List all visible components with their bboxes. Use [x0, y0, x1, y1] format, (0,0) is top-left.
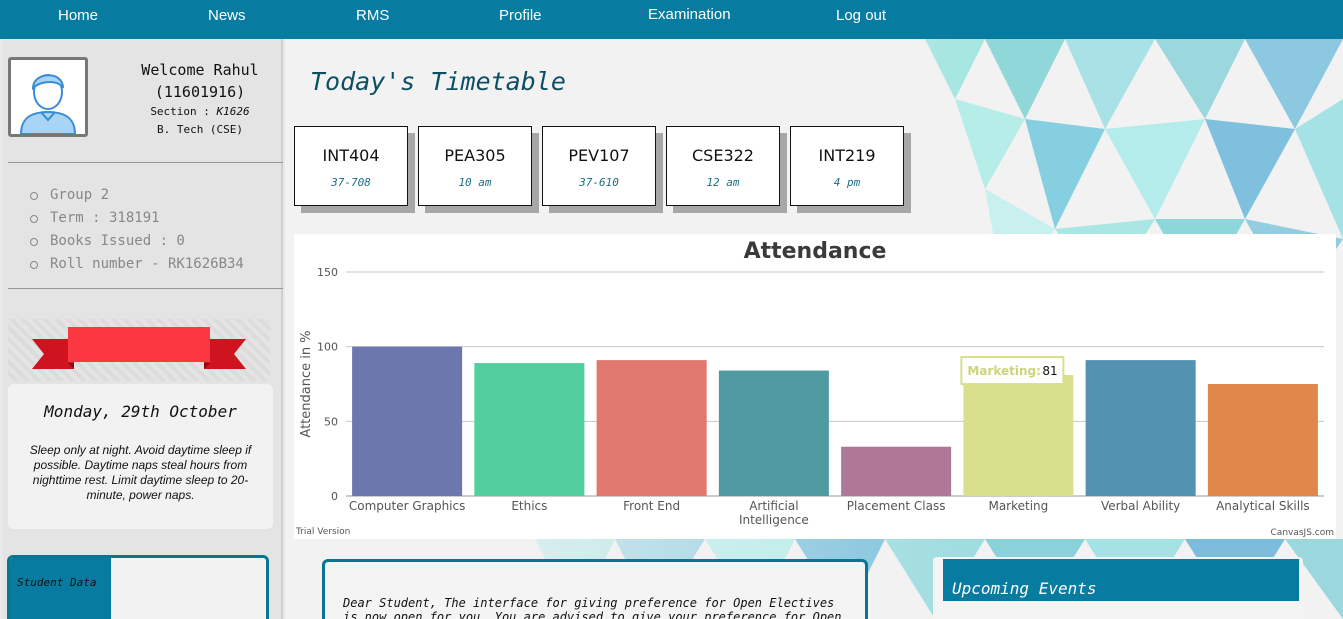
top-nav: Home News RMS Profile Examination Log ou…	[0, 0, 1343, 39]
course-info: 4 pm	[833, 176, 861, 189]
info-term: Term : 318191	[29, 207, 244, 230]
welcome-text: Welcome Rahul	[141, 61, 259, 79]
timetable-card[interactable]: INT404 37-708	[294, 126, 408, 206]
course-info: 37-610	[579, 176, 619, 189]
section-value: K1626	[216, 105, 250, 118]
upcoming-events-header: Upcoming Events	[943, 559, 1299, 601]
x-tick-label: Ethics	[511, 499, 547, 513]
y-tick-label: 150	[317, 266, 338, 279]
bar	[596, 360, 707, 496]
divider	[8, 288, 283, 289]
nav-logout[interactable]: Log out	[836, 7, 886, 24]
x-tick-label: Verbal Ability	[1101, 499, 1180, 513]
attendance-chart-svg: Attendance 0 50 100 150 Attendance in % Comput…	[295, 239, 1334, 538]
section-label: Section :	[150, 105, 210, 118]
student-data-panel: Student Data	[7, 555, 269, 619]
info-group: Group 2	[29, 184, 244, 207]
course-code: INT404	[322, 146, 380, 165]
health-tip: Sleep only at night. Avoid daytime sleep…	[29, 443, 252, 502]
nav-rms[interactable]: RMS	[356, 7, 389, 24]
divider	[8, 162, 283, 163]
avatar[interactable]	[8, 57, 88, 137]
student-info-list: Group 2 Term : 318191 Books Issued : 0 R…	[29, 184, 244, 276]
nav-profile[interactable]: Profile	[499, 7, 542, 24]
bar	[1085, 360, 1196, 496]
timetable-card[interactable]: PEA305 10 am	[418, 126, 532, 206]
y-tick-label: 50	[324, 415, 338, 428]
main-content: Today's Timetable INT404 37-708 PEA305 1…	[285, 39, 1343, 619]
nav-examination[interactable]: Examination	[648, 6, 731, 23]
course-code: PEV107	[568, 146, 630, 165]
chart-footer-left: Trial Version	[295, 527, 350, 537]
student-data-content	[111, 558, 266, 619]
timetable-card[interactable]: INT219 4 pm	[790, 126, 904, 206]
x-tick-label: Computer Graphics	[349, 499, 465, 513]
notice-text: Dear Student, The interface for giving p…	[343, 596, 842, 619]
notice-panel: Dear Student, The interface for giving p…	[322, 559, 868, 619]
timetable-card[interactable]: CSE322 12 am	[666, 126, 780, 206]
x-tick-label: Intelligence	[739, 513, 809, 527]
current-date: Monday, 29th October	[44, 402, 237, 421]
chart-footer-right: CanvasJS.com	[1271, 528, 1334, 538]
attendance-chart: Attendance 0 50 100 150 Attendance in % Comput…	[294, 234, 1336, 539]
x-tick-label: Marketing	[988, 499, 1048, 513]
student-data-label[interactable]: Student Data	[17, 576, 96, 589]
y-axis-label: Attendance in %	[299, 330, 314, 437]
date-card: Monday, 29th October Sleep only at night…	[8, 384, 273, 529]
bar	[1207, 384, 1318, 496]
user-avatar-icon	[11, 60, 85, 134]
course-info: 12 am	[706, 176, 740, 189]
ribbon-icon	[32, 327, 246, 369]
bar	[718, 370, 829, 496]
timetable-card[interactable]: PEV107 37-610	[542, 126, 656, 206]
sidebar: Welcome Rahul (11601916) Section : K1626…	[3, 39, 283, 619]
upcoming-events-panel: Upcoming Events	[933, 557, 1303, 619]
course-info: 10 am	[458, 176, 492, 189]
chart-title: Attendance	[744, 239, 887, 264]
tooltip-label: Marketing:	[967, 364, 1041, 378]
bar	[963, 375, 1074, 496]
course-code: INT219	[818, 146, 876, 165]
x-tick-label: Placement Class	[847, 499, 946, 513]
section-line: Section : K1626	[115, 103, 285, 121]
course-code: CSE322	[692, 146, 754, 165]
y-tick-label: 0	[331, 490, 338, 503]
y-tick-label: 100	[317, 341, 338, 354]
info-roll-number: Roll number - RK1626B34	[29, 253, 244, 276]
bar	[841, 446, 952, 496]
course-info: 37-708	[331, 176, 371, 189]
nav-home[interactable]: Home	[58, 7, 98, 24]
nav-news[interactable]: News	[208, 7, 246, 24]
program-name: B. Tech (CSE)	[156, 123, 244, 136]
bar	[352, 346, 463, 496]
welcome-block: Welcome Rahul (11601916) Section : K1626…	[115, 59, 285, 139]
x-tick-label: Front End	[623, 499, 680, 513]
x-tick-label: Artificial	[749, 499, 798, 513]
x-tick-label: Analytical Skills	[1216, 499, 1310, 513]
course-code: PEA305	[444, 146, 506, 165]
ribbon-banner	[8, 319, 270, 381]
info-books-issued: Books Issued : 0	[29, 230, 244, 253]
bar	[474, 363, 585, 496]
tooltip-value: 81	[1042, 364, 1057, 378]
registration-number: (11601916)	[154, 83, 246, 101]
timetable-title: Today's Timetable	[310, 67, 566, 96]
upcoming-events-title: Upcoming Events	[952, 579, 1097, 598]
